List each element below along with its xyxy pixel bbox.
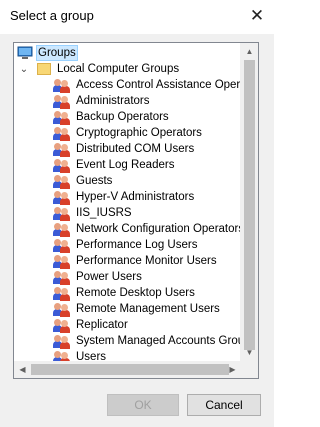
folder-icon <box>37 63 51 75</box>
group-tree[interactable]: Groups ⌄ Local Computer Groups Access Co… <box>13 42 259 379</box>
tree-folder-local-groups[interactable]: Local Computer Groups <box>37 61 181 77</box>
group-label: Network Configuration Operators <box>76 223 245 235</box>
group-list-item[interactable]: Remote Management Users <box>53 301 222 317</box>
chevron-down-icon: ⌄ <box>19 63 29 75</box>
users-group-icon <box>53 269 71 285</box>
group-list-item[interactable]: Administrators <box>53 93 152 109</box>
group-list-item[interactable]: Cryptographic Operators <box>53 125 204 141</box>
group-list-item[interactable]: Performance Log Users <box>53 237 199 253</box>
users-group-icon <box>53 157 71 173</box>
horizontal-scroll-thumb[interactable] <box>31 364 229 375</box>
group-label: Backup Operators <box>76 111 169 123</box>
users-group-icon <box>53 189 71 205</box>
users-group-icon <box>53 253 71 269</box>
users-group-icon <box>53 173 71 189</box>
horizontal-scrollbar[interactable]: ◀ ▶ <box>14 361 241 378</box>
group-label: Administrators <box>76 95 150 107</box>
group-list-item[interactable]: Guests <box>53 173 114 189</box>
users-group-icon <box>53 285 71 301</box>
users-group-icon <box>53 317 71 333</box>
group-label: Performance Monitor Users <box>76 255 217 267</box>
users-group-icon <box>53 333 71 349</box>
group-label: System Managed Accounts Group <box>76 335 251 347</box>
folder-label: Local Computer Groups <box>57 63 180 75</box>
users-group-icon <box>53 93 71 109</box>
computer-icon <box>17 46 33 60</box>
group-list-item[interactable]: Access Control Assistance Operators <box>53 77 259 93</box>
group-label: Guests <box>76 175 113 187</box>
scroll-down-icon[interactable]: ▼ <box>241 344 258 361</box>
group-list-item[interactable]: Backup Operators <box>53 109 171 125</box>
users-group-icon <box>53 109 71 125</box>
group-label: Hyper-V Administrators <box>76 191 195 203</box>
tree-root-label: Groups <box>36 45 78 61</box>
group-list-item[interactable]: Network Configuration Operators <box>53 221 246 237</box>
group-label: Remote Management Users <box>76 303 220 315</box>
group-list-item[interactable]: Replicator <box>53 317 130 333</box>
vertical-scroll-thumb[interactable] <box>244 60 255 350</box>
scroll-left-icon[interactable]: ◀ <box>14 361 31 378</box>
group-list-item[interactable]: System Managed Accounts Group <box>53 333 253 349</box>
group-label: Distributed COM Users <box>76 143 195 155</box>
group-list-item[interactable]: Hyper-V Administrators <box>53 189 196 205</box>
group-label: Event Log Readers <box>76 159 175 171</box>
ok-button[interactable]: OK <box>107 394 179 416</box>
group-label: Remote Desktop Users <box>76 287 195 299</box>
scrollbar-corner <box>241 361 258 378</box>
close-button[interactable]: ✕ <box>240 0 274 32</box>
users-group-icon <box>53 125 71 141</box>
group-list-item[interactable]: Distributed COM Users <box>53 141 196 157</box>
group-label: Power Users <box>76 271 142 283</box>
group-list-item[interactable]: Power Users <box>53 269 144 285</box>
dialog-body: Groups ⌄ Local Computer Groups Access Co… <box>0 34 274 427</box>
users-group-icon <box>53 77 71 93</box>
tree-root-groups[interactable]: Groups <box>17 45 78 61</box>
group-list-item[interactable]: Performance Monitor Users <box>53 253 219 269</box>
group-list-item[interactable]: Remote Desktop Users <box>53 285 197 301</box>
scroll-right-icon[interactable]: ▶ <box>224 361 241 378</box>
users-group-icon <box>53 221 71 237</box>
group-label: Cryptographic Operators <box>76 127 202 139</box>
vertical-scrollbar[interactable]: ▲ ▼ <box>240 43 258 361</box>
users-group-icon <box>53 301 71 317</box>
users-group-icon <box>53 237 71 253</box>
scroll-up-icon[interactable]: ▲ <box>241 43 258 60</box>
window-title: Select a group <box>10 8 94 23</box>
cancel-button[interactable]: Cancel <box>187 394 261 416</box>
group-label: Performance Log Users <box>76 239 198 251</box>
title-bar: Select a group ✕ <box>0 0 274 34</box>
group-list-item[interactable]: IIS_IUSRS <box>53 205 134 221</box>
group-label: Access Control Assistance Operators <box>76 79 259 91</box>
users-group-icon <box>53 205 71 221</box>
folder-expander[interactable]: ⌄ <box>19 61 29 77</box>
group-label: IIS_IUSRS <box>76 207 132 219</box>
close-icon: ✕ <box>249 6 265 25</box>
group-label: Replicator <box>76 319 128 331</box>
users-group-icon <box>53 141 71 157</box>
group-list-item[interactable]: Event Log Readers <box>53 157 176 173</box>
